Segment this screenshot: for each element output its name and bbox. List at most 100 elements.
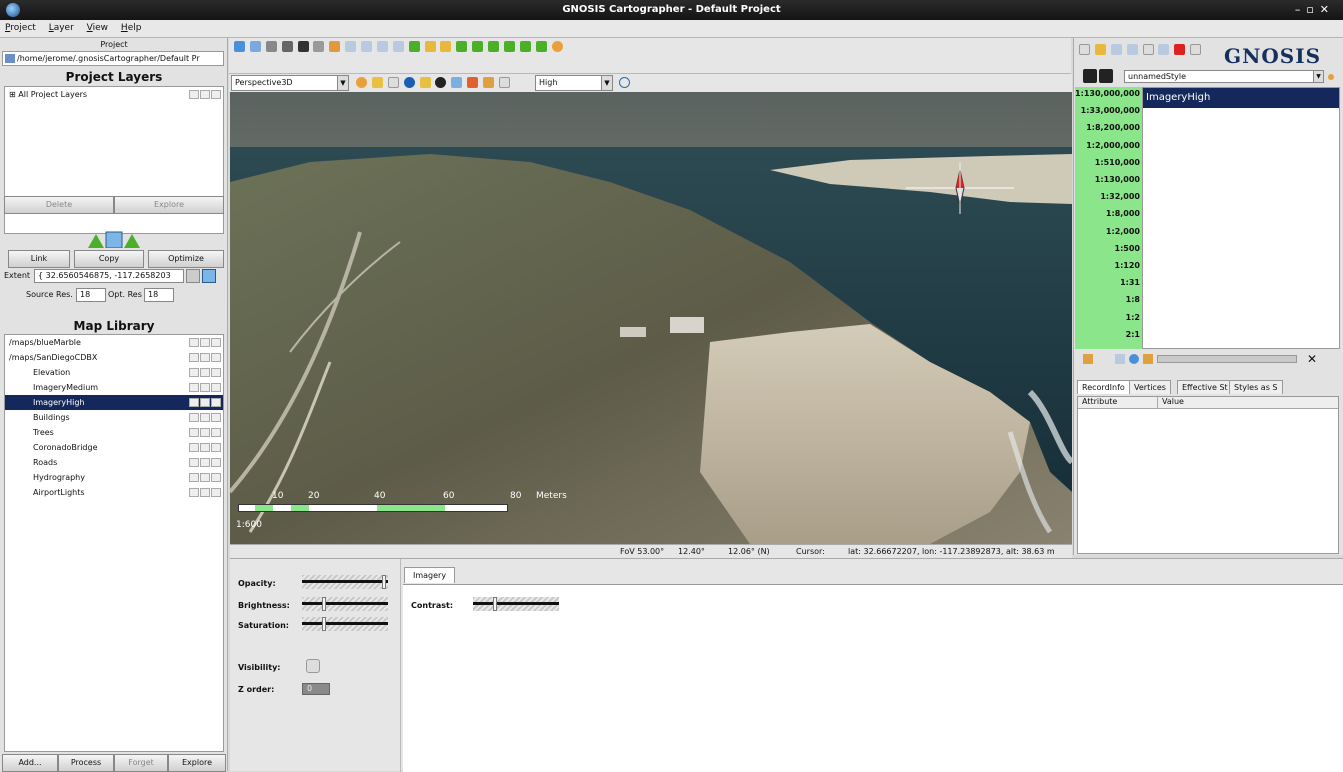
scale-label[interactable]: 1:31 xyxy=(1120,278,1140,287)
edit-icon[interactable] xyxy=(313,41,325,52)
scale-label[interactable]: 1:510,000 xyxy=(1095,158,1140,167)
close-icon[interactable]: ✕ xyxy=(1305,352,1319,366)
checkbox[interactable] xyxy=(189,90,199,99)
brightness-icon[interactable] xyxy=(387,77,399,88)
chevron-down-icon[interactable]: ▼ xyxy=(1313,71,1323,82)
list-item[interactable]: Elevation xyxy=(5,365,223,380)
minus-icon[interactable] xyxy=(535,41,547,52)
save-as-icon[interactable] xyxy=(1126,44,1138,55)
tab-styles-as[interactable]: Styles as S xyxy=(1229,380,1283,394)
render-icons[interactable] xyxy=(355,77,511,91)
checkbox[interactable] xyxy=(200,488,210,497)
checkbox[interactable] xyxy=(211,488,221,497)
frame-icon[interactable] xyxy=(498,77,510,88)
map-view[interactable]: 10 20 40 60 80 Meters 1:600 xyxy=(230,92,1072,544)
tab-recordinfo[interactable]: RecordInfo xyxy=(1077,380,1130,394)
delete-style-icon[interactable] xyxy=(1174,44,1186,55)
rotate-right-icon[interactable] xyxy=(472,41,484,52)
checkbox[interactable] xyxy=(200,398,210,407)
link-button[interactable]: Link xyxy=(8,250,70,268)
optimize-button[interactable]: Optimize xyxy=(148,250,224,268)
checkbox[interactable] xyxy=(211,368,221,377)
globe-icon[interactable] xyxy=(408,41,420,52)
zoom-extent-icon[interactable] xyxy=(392,41,404,52)
close-icon[interactable]: ✕ xyxy=(1320,3,1335,16)
checkbox[interactable] xyxy=(189,458,199,467)
maximize-icon[interactable]: ▫ xyxy=(1306,3,1319,16)
checkbox[interactable] xyxy=(211,90,221,99)
clock-icon[interactable] xyxy=(619,77,630,88)
pointer-icon[interactable] xyxy=(297,41,309,52)
list-icon[interactable] xyxy=(1115,354,1125,364)
scale-label[interactable]: 1:500 xyxy=(1115,244,1140,253)
checkbox[interactable] xyxy=(189,443,199,452)
open-style-icon[interactable] xyxy=(1094,44,1106,55)
pen-icon[interactable] xyxy=(483,77,494,88)
tilt-icon[interactable] xyxy=(488,41,499,52)
checkbox[interactable] xyxy=(211,353,221,362)
slider-thumb[interactable] xyxy=(382,575,386,589)
checkbox[interactable] xyxy=(189,353,199,362)
checkbox[interactable] xyxy=(211,413,221,422)
tool-icons[interactable] xyxy=(233,41,564,55)
menu-help[interactable]: Help xyxy=(116,20,147,36)
globe-icon[interactable] xyxy=(403,77,415,88)
chevron-down-icon[interactable]: ▼ xyxy=(601,76,612,90)
window-icon[interactable] xyxy=(1190,44,1202,55)
checkbox[interactable] xyxy=(211,383,221,392)
checkbox[interactable] xyxy=(189,368,199,377)
scale-label[interactable]: 1:8,200,000 xyxy=(1086,123,1140,132)
tab-effective-style[interactable]: Effective St xyxy=(1177,380,1233,394)
visibility-toggle-icon[interactable] xyxy=(306,659,320,673)
list-item[interactable]: ImageryHigh xyxy=(5,395,223,410)
checkbox[interactable] xyxy=(200,383,210,392)
grid-icon[interactable] xyxy=(281,41,293,52)
style-nav-icons[interactable] xyxy=(1082,69,1122,84)
minimize-icon[interactable]: – xyxy=(1295,3,1307,16)
compass-icon[interactable] xyxy=(900,160,1020,220)
light-icon[interactable] xyxy=(371,77,383,88)
refresh-icon[interactable] xyxy=(202,269,216,283)
scale-range-list[interactable]: 1:130,000,000 1:33,000,000 1:8,200,000 1:2,… xyxy=(1075,87,1142,349)
style-layer-list[interactable]: ImageryHigh xyxy=(1142,87,1340,349)
scale-label[interactable]: 1:130,000 xyxy=(1095,175,1140,184)
zorder-field[interactable]: 0 xyxy=(302,683,330,695)
style-bottom-toolbar[interactable]: ✕ xyxy=(1075,351,1341,367)
tab-vertices[interactable]: Vertices xyxy=(1129,380,1171,394)
explore-button[interactable]: Explore xyxy=(168,754,226,772)
column-header-attribute[interactable]: Attribute xyxy=(1078,397,1158,409)
list-item[interactable]: Buildings xyxy=(5,410,223,425)
style-toolbar[interactable] xyxy=(1078,44,1202,58)
checkbox[interactable] xyxy=(200,428,210,437)
checkbox[interactable] xyxy=(200,90,210,99)
scale-label[interactable]: 1:32,000 xyxy=(1100,192,1140,201)
scale-label[interactable]: 2:1 xyxy=(1126,330,1140,339)
zoom-in-icon[interactable] xyxy=(345,41,357,52)
scale-label[interactable]: 1:8,000 xyxy=(1106,209,1140,218)
checkbox[interactable] xyxy=(189,413,199,422)
list-item[interactable]: Trees xyxy=(5,425,223,440)
tree-row-all-project-layers[interactable]: ⊞ All Project Layers xyxy=(5,87,223,102)
source-res-select[interactable]: 18 xyxy=(76,288,106,302)
sky-icon[interactable] xyxy=(451,77,463,88)
line-icon[interactable] xyxy=(265,41,277,52)
checkbox[interactable] xyxy=(211,398,221,407)
plus-icon[interactable] xyxy=(519,41,531,52)
delete-button[interactable]: Delete xyxy=(4,196,114,214)
checkbox[interactable] xyxy=(200,458,210,467)
list-item[interactable]: ImageryMedium xyxy=(5,380,223,395)
up-arrow-icon[interactable] xyxy=(440,41,452,52)
contrast-slider[interactable] xyxy=(473,597,559,611)
checkbox[interactable] xyxy=(200,443,210,452)
checkbox[interactable] xyxy=(189,428,199,437)
copy-button[interactable]: Copy xyxy=(74,250,144,268)
select-icon[interactable] xyxy=(249,41,261,52)
navigate-icon[interactable] xyxy=(234,41,245,52)
pencil-icon[interactable] xyxy=(329,41,341,52)
copy-style-icon[interactable] xyxy=(1142,44,1154,55)
map-library-tree[interactable]: /maps/blueMarble/maps/SanDiegoCDBX Elevat… xyxy=(4,334,224,752)
checkbox[interactable] xyxy=(200,473,210,482)
scale-label[interactable]: 1:2,000,000 xyxy=(1086,141,1140,150)
scale-label[interactable]: 1:2,000 xyxy=(1106,227,1140,236)
checkbox[interactable] xyxy=(189,383,199,392)
